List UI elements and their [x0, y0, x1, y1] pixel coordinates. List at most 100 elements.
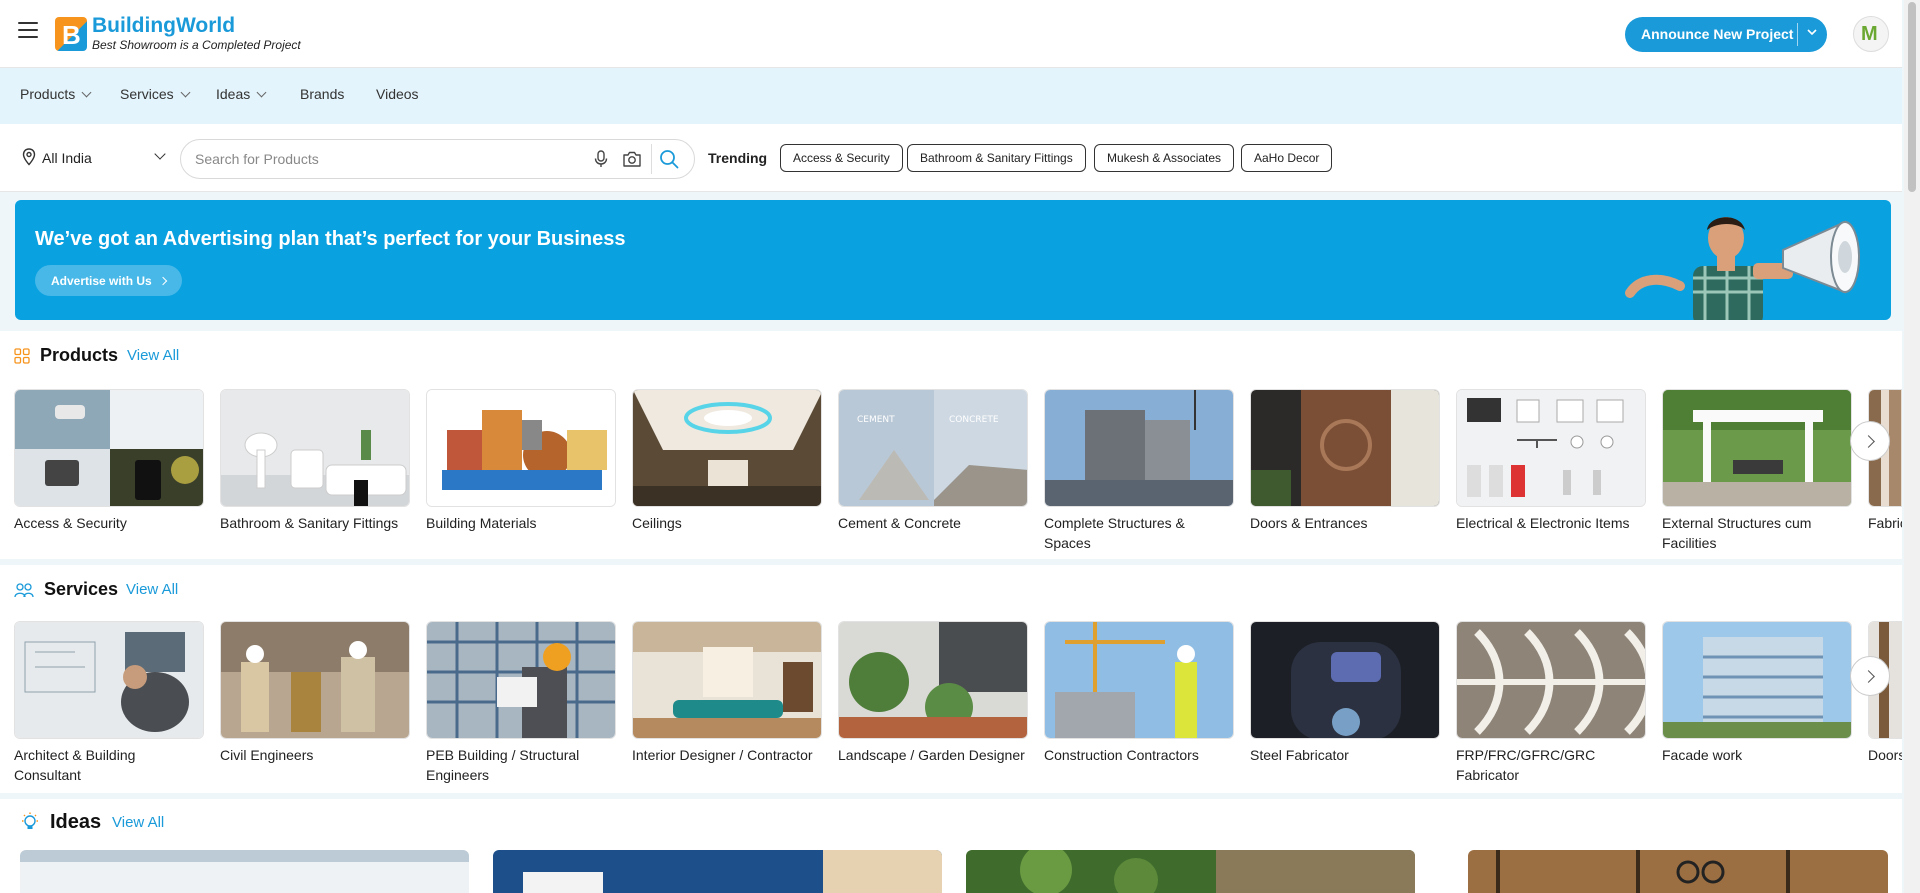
product-label: External Structures cum Facilities	[1662, 515, 1812, 551]
lightbulb-icon	[22, 812, 38, 829]
trending-chip[interactable]: Bathroom & Sanitary Fittings	[907, 144, 1086, 172]
product-card[interactable]: Ceilings	[632, 389, 822, 533]
search-row: All India Trending Access & Security Bat…	[0, 124, 1902, 192]
nav-ideas[interactable]: Ideas	[216, 86, 267, 102]
idea-card[interactable]	[1468, 850, 1888, 893]
scrollbar-thumb[interactable]	[1908, 2, 1916, 192]
product-image	[1662, 389, 1852, 507]
search-box	[180, 139, 695, 179]
nav-brands[interactable]: Brands	[300, 86, 344, 102]
service-card[interactable]: Construction Contractors	[1044, 621, 1234, 765]
service-card[interactable]: Steel Fabricator	[1250, 621, 1440, 765]
trending-chip[interactable]: AaHo Decor	[1241, 144, 1333, 172]
location-pin-icon	[22, 148, 36, 166]
service-image	[632, 621, 822, 739]
banner-title: We’ve got an Advertising plan that’s per…	[35, 228, 626, 250]
people-icon	[14, 583, 34, 598]
service-card[interactable]: FRP/FRC/GFRC/GRC Fabricator	[1456, 621, 1646, 785]
idea-card[interactable]	[20, 850, 469, 893]
ideas-section: Ideas View All	[0, 799, 1902, 893]
product-image	[426, 389, 616, 507]
service-label: Construction Contractors	[1044, 747, 1199, 763]
service-card[interactable]: Civil Engineers	[220, 621, 410, 765]
products-title: Products	[40, 345, 119, 365]
announce-label: Announce New Project	[1641, 26, 1794, 42]
idea-card[interactable]	[966, 850, 1415, 893]
product-label: Complete Structures & Spaces	[1044, 515, 1185, 551]
user-avatar[interactable]	[1853, 16, 1889, 52]
services-view-all-link[interactable]: View All	[126, 581, 178, 598]
service-card[interactable]: Interior Designer / Contractor	[632, 621, 822, 765]
product-image: CEMENT CONCRETE	[838, 389, 1028, 507]
hamburger-menu-icon[interactable]	[18, 22, 38, 40]
ideas-view-all-link[interactable]: View All	[112, 814, 164, 831]
services-section: Services View All Architect & Building C…	[0, 565, 1902, 793]
product-label: Ceilings	[632, 515, 682, 531]
product-card[interactable]: Bathroom & Sanitary Fittings	[220, 389, 410, 533]
service-label: Facade work	[1662, 747, 1743, 763]
nav-services[interactable]: Services	[120, 86, 191, 102]
service-image	[1044, 621, 1234, 739]
trending-chip[interactable]: Mukesh & Associates	[1094, 144, 1235, 172]
announce-divider	[1797, 23, 1798, 46]
advertise-button[interactable]: Advertise with Us	[35, 265, 182, 296]
service-label: PEB Building / Structural Engineers	[426, 747, 580, 783]
product-card[interactable]: CEMENT CONCRETE Cement & Concrete	[838, 389, 1028, 533]
product-image	[632, 389, 822, 507]
trending-chip[interactable]: Access & Security	[780, 144, 903, 172]
product-card[interactable]: Complete Structures & Spaces	[1044, 389, 1234, 553]
product-card[interactable]: External Structures cum Facilities	[1662, 389, 1852, 553]
chevron-down-icon[interactable]	[1805, 25, 1819, 42]
product-card[interactable]: Doors & Entrances	[1250, 389, 1440, 533]
ideas-title: Ideas	[50, 811, 102, 833]
page-scrollbar[interactable]	[1904, 0, 1920, 893]
idea-card[interactable]	[493, 850, 942, 893]
product-image	[220, 389, 410, 507]
advertise-banner: We’ve got an Advertising plan that’s per…	[15, 200, 1891, 320]
service-label: Architect & Building Consultant	[14, 747, 136, 783]
product-card[interactable]: Fabric	[1868, 389, 1902, 533]
service-image	[14, 621, 204, 739]
grid-icon	[14, 348, 30, 364]
product-card[interactable]: Electrical & Electronic Items	[1456, 389, 1646, 533]
product-label: Building Materials	[426, 515, 537, 531]
product-label: Cement & Concrete	[838, 515, 961, 531]
advertise-button-label: Advertise with Us	[51, 274, 152, 288]
location-select[interactable]: All India	[42, 150, 92, 166]
product-label: Doors & Entrances	[1250, 515, 1368, 531]
brand-name[interactable]: BuildingWorld	[92, 14, 235, 38]
product-image	[1456, 389, 1646, 507]
nav-videos[interactable]: Videos	[376, 86, 419, 102]
product-card[interactable]: Access & Security	[14, 389, 204, 533]
services-next-arrow[interactable]	[1850, 656, 1890, 696]
nav-services-label: Services	[120, 86, 174, 102]
announce-new-project-button[interactable]: Announce New Project	[1625, 17, 1827, 52]
search-icon[interactable]	[658, 148, 680, 170]
service-card[interactable]: PEB Building / Structural Engineers	[426, 621, 616, 785]
service-label: FRP/FRC/GFRC/GRC Fabricator	[1456, 747, 1596, 783]
product-label: Electrical & Electronic Items	[1456, 515, 1630, 531]
brand-logo[interactable]	[55, 17, 87, 51]
chevron-down-icon[interactable]	[154, 148, 166, 160]
chevron-down-icon	[180, 87, 191, 98]
service-image	[220, 621, 410, 739]
service-image	[1250, 621, 1440, 739]
camera-icon[interactable]	[621, 149, 643, 169]
service-label: Doors	[1868, 747, 1902, 763]
cement-image-text: CEMENT	[857, 415, 895, 425]
nav-products[interactable]: Products	[20, 86, 92, 102]
product-label: Bathroom & Sanitary Fittings	[220, 515, 399, 531]
products-view-all-link[interactable]: View All	[127, 347, 179, 364]
nav-ideas-label: Ideas	[216, 86, 251, 102]
chevron-down-icon	[256, 87, 267, 98]
service-card[interactable]: Landscape / Garden Designer	[838, 621, 1028, 765]
brand-tagline: Best Showroom is a Completed Project	[92, 38, 301, 52]
search-input[interactable]	[195, 149, 575, 169]
microphone-icon[interactable]	[591, 149, 611, 169]
service-card[interactable]: Architect & Building Consultant	[14, 621, 204, 785]
product-label: Access & Security	[14, 515, 127, 531]
product-card[interactable]: Building Materials	[426, 389, 616, 533]
chevron-right-icon	[158, 276, 167, 286]
products-next-arrow[interactable]	[1850, 421, 1890, 461]
service-card[interactable]: Facade work	[1662, 621, 1852, 765]
